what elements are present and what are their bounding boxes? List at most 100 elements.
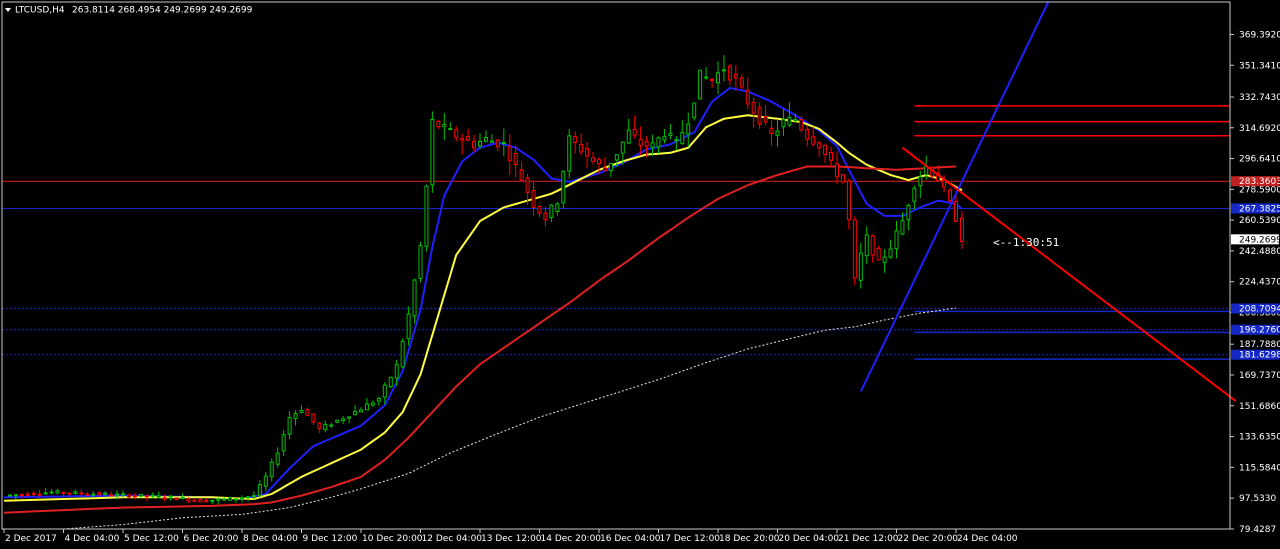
candle-body[interactable] bbox=[799, 119, 804, 131]
candle-body[interactable] bbox=[263, 475, 268, 487]
candle-body[interactable] bbox=[573, 136, 578, 144]
candle-body[interactable] bbox=[49, 491, 54, 494]
candle-body[interactable] bbox=[341, 418, 346, 422]
candle-body[interactable] bbox=[555, 203, 560, 212]
candle-body[interactable] bbox=[870, 235, 875, 256]
candle-body[interactable] bbox=[364, 403, 369, 411]
candle-body[interactable] bbox=[823, 144, 828, 155]
candle-body[interactable] bbox=[650, 142, 655, 148]
candle-body[interactable] bbox=[948, 189, 953, 202]
candle-body[interactable] bbox=[489, 140, 494, 143]
candle-body[interactable] bbox=[721, 69, 726, 72]
candle-body[interactable] bbox=[234, 498, 239, 501]
candle-body[interactable] bbox=[460, 138, 465, 141]
candle-body[interactable] bbox=[376, 397, 381, 402]
candle-body[interactable] bbox=[781, 118, 786, 128]
candle-body[interactable] bbox=[138, 493, 143, 497]
candle-body[interactable] bbox=[281, 434, 286, 452]
candle-body[interactable] bbox=[692, 102, 697, 119]
price-chart[interactable]: 369.3920 351.3410 332.7430 314.6920 296.6410… bbox=[0, 0, 1280, 549]
candle-body[interactable] bbox=[501, 142, 506, 145]
candle-body[interactable] bbox=[674, 139, 679, 142]
candle-body[interactable] bbox=[602, 167, 607, 171]
candle-body[interactable] bbox=[668, 132, 673, 136]
candle-body[interactable] bbox=[251, 495, 256, 498]
candle-body[interactable] bbox=[186, 498, 191, 502]
candle-body[interactable] bbox=[257, 484, 262, 497]
candle-body[interactable] bbox=[710, 79, 715, 82]
candle-body[interactable] bbox=[751, 101, 756, 114]
candle-body[interactable] bbox=[864, 234, 869, 257]
candle-body[interactable] bbox=[228, 497, 233, 501]
candle-body[interactable] bbox=[144, 495, 149, 498]
candle-body[interactable] bbox=[454, 129, 459, 138]
candle-body[interactable] bbox=[704, 76, 709, 79]
candle-body[interactable] bbox=[513, 153, 518, 166]
candle-body[interactable] bbox=[400, 340, 405, 368]
candle-body[interactable] bbox=[97, 492, 102, 496]
candle-body[interactable] bbox=[198, 498, 203, 503]
candle-body[interactable] bbox=[275, 452, 280, 465]
candle-body[interactable] bbox=[305, 409, 310, 416]
candle-body[interactable] bbox=[287, 416, 292, 435]
candle-body[interactable] bbox=[608, 163, 613, 171]
candle-body[interactable] bbox=[347, 416, 352, 419]
candle-body[interactable] bbox=[418, 245, 423, 279]
candle-body[interactable] bbox=[126, 494, 131, 498]
candle-body[interactable] bbox=[620, 141, 625, 154]
candle-body[interactable] bbox=[25, 493, 30, 496]
candle-body[interactable] bbox=[162, 497, 167, 500]
candle-body[interactable] bbox=[769, 127, 774, 135]
candle-body[interactable] bbox=[7, 494, 12, 497]
candle-body[interactable] bbox=[180, 497, 185, 500]
candle-body[interactable] bbox=[61, 491, 66, 494]
candle-body[interactable] bbox=[406, 313, 411, 340]
candle-body[interactable] bbox=[775, 130, 780, 136]
candle-body[interactable] bbox=[329, 424, 334, 427]
candle-body[interactable] bbox=[412, 279, 417, 317]
candle-body[interactable] bbox=[846, 180, 851, 221]
candle-body[interactable] bbox=[585, 148, 590, 157]
candle-body[interactable] bbox=[388, 376, 393, 388]
candle-body[interactable] bbox=[918, 176, 923, 187]
candle-body[interactable] bbox=[156, 495, 161, 498]
candle-body[interactable] bbox=[204, 499, 209, 503]
candle-body[interactable] bbox=[817, 142, 822, 149]
candle-body[interactable] bbox=[299, 409, 304, 413]
candle-body[interactable] bbox=[121, 493, 125, 496]
candle-body[interactable] bbox=[323, 423, 328, 431]
candle-body[interactable] bbox=[644, 141, 649, 147]
candle-body[interactable] bbox=[109, 494, 114, 497]
candle-body[interactable] bbox=[597, 159, 601, 165]
candle-body[interactable] bbox=[519, 169, 524, 181]
candle-body[interactable] bbox=[424, 185, 429, 247]
candle-body[interactable] bbox=[525, 177, 530, 193]
candle-body[interactable] bbox=[115, 493, 120, 496]
candle-body[interactable] bbox=[906, 204, 911, 221]
candle-body[interactable] bbox=[787, 116, 792, 126]
candle-body[interactable] bbox=[442, 123, 447, 127]
candle-body[interactable] bbox=[537, 206, 542, 214]
candle-body[interactable] bbox=[614, 154, 619, 161]
candle-body[interactable] bbox=[174, 497, 179, 501]
candle-body[interactable] bbox=[959, 217, 964, 242]
candle-body[interactable] bbox=[567, 135, 572, 172]
candle-body[interactable] bbox=[55, 490, 60, 494]
candle-body[interactable] bbox=[954, 200, 958, 222]
candle-body[interactable] bbox=[317, 422, 322, 429]
candle-body[interactable] bbox=[656, 137, 661, 148]
candle-body[interactable] bbox=[430, 118, 435, 186]
candle-body[interactable] bbox=[222, 498, 227, 501]
candle-body[interactable] bbox=[858, 252, 863, 281]
candle-body[interactable] bbox=[757, 106, 762, 125]
candle-body[interactable] bbox=[549, 204, 554, 218]
candle-body[interactable] bbox=[840, 174, 845, 183]
candle-body[interactable] bbox=[876, 248, 881, 261]
candle-body[interactable] bbox=[835, 163, 839, 178]
candle-body[interactable] bbox=[662, 136, 667, 141]
candle-body[interactable] bbox=[894, 230, 899, 250]
candle-body[interactable] bbox=[216, 498, 221, 501]
candle-body[interactable] bbox=[495, 139, 500, 148]
candle-body[interactable] bbox=[85, 493, 90, 496]
candle-body[interactable] bbox=[561, 171, 566, 204]
